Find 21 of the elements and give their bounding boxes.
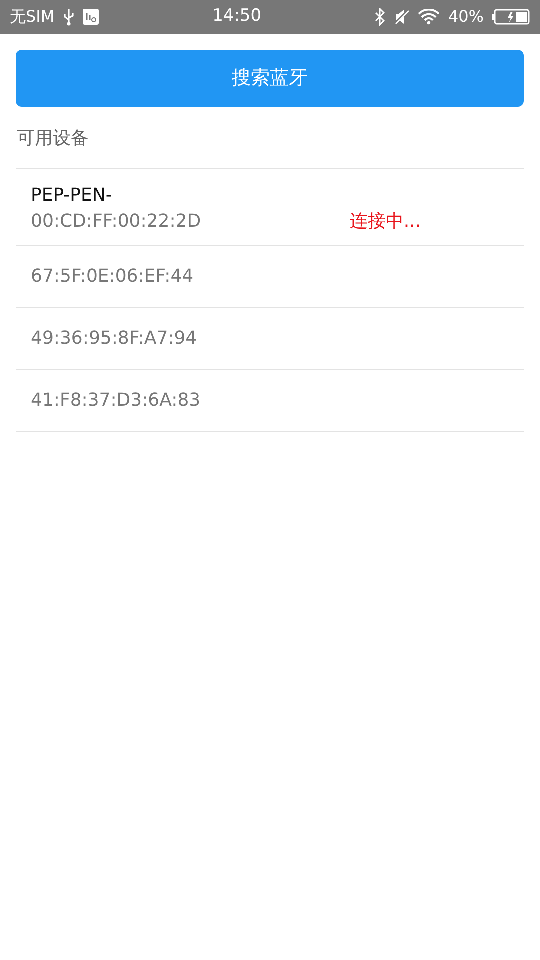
wifi-icon: [418, 9, 440, 25]
device-row[interactable]: 41:F8:37:D3:6A:83: [16, 370, 524, 432]
battery-icon: [492, 9, 530, 25]
carrier-text: 无SIM: [10, 6, 55, 28]
device-address: 49:36:95:8F:A7:94: [31, 326, 198, 350]
device-address: 67:5F:0E:06:EF:44: [31, 264, 194, 288]
search-bluetooth-button[interactable]: 搜索蓝牙: [16, 50, 524, 107]
app-icon: [82, 9, 99, 25]
connection-status: 连接中...: [350, 210, 421, 234]
device-name: PEP-PEN-: [31, 184, 114, 208]
mute-icon: [394, 9, 410, 25]
section-title: 可用设备: [16, 127, 90, 151]
battery-percent: 40%: [448, 6, 484, 28]
device-row[interactable]: 67:5F:0E:06:EF:44: [16, 246, 524, 308]
usb-icon: [62, 8, 75, 26]
clock-text: 14:50: [212, 5, 262, 28]
device-address: 41:F8:37:D3:6A:83: [31, 388, 201, 412]
device-address: 00:CD:FF:00:22:2D: [31, 210, 202, 234]
device-row[interactable]: 49:36:95:8F:A7:94: [16, 308, 524, 370]
bluetooth-icon: [375, 8, 386, 26]
device-row[interactable]: PEP-PEN- 00:CD:FF:00:22:2D 连接中...: [16, 169, 524, 246]
